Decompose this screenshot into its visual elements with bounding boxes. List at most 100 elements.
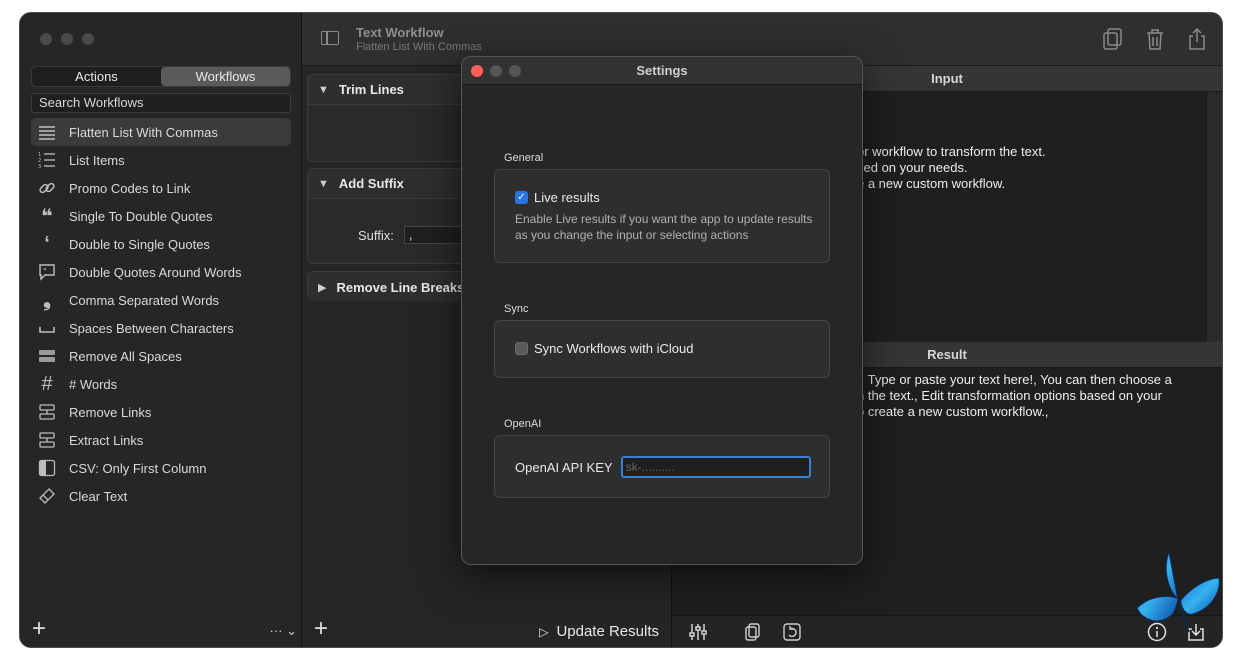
workflow-item-label: Clear Text bbox=[69, 488, 128, 504]
workflow-item[interactable]: Flatten List With Commas bbox=[31, 118, 291, 146]
workflow-list: Flatten List With Commas 123 List Items … bbox=[31, 118, 291, 510]
suffix-label: Suffix: bbox=[358, 227, 394, 243]
workflow-item-label: Double to Single Quotes bbox=[69, 236, 210, 252]
window-subtitle: Flatten List With Commas bbox=[356, 41, 482, 53]
settings-dialog: Settings General ✓ Live results Enable L… bbox=[461, 56, 863, 565]
trash-icon[interactable] bbox=[1144, 27, 1166, 51]
remove-links-icon bbox=[37, 403, 57, 421]
workflow-item-label: Single To Double Quotes bbox=[69, 208, 213, 224]
remove-spaces-icon bbox=[37, 347, 57, 365]
numbered-list-icon: 123 bbox=[37, 151, 57, 169]
workflow-item-label: Promo Codes to Link bbox=[69, 180, 191, 196]
quote-bubble-icon: " bbox=[37, 263, 57, 281]
sync-section-label: Sync bbox=[504, 303, 529, 315]
double-quote-icon: ❝ bbox=[41, 205, 53, 228]
settings-zoom-button[interactable] bbox=[509, 65, 521, 77]
eraser-icon bbox=[37, 487, 57, 505]
workflow-item[interactable]: Spaces Between Characters bbox=[31, 314, 291, 342]
add-action-button[interactable]: + bbox=[314, 615, 328, 643]
disclosure-triangle-icon[interactable]: ▼ bbox=[318, 84, 329, 96]
live-results-label: Live results bbox=[534, 190, 600, 205]
workflow-item[interactable]: ❝ Single To Double Quotes bbox=[31, 202, 291, 230]
play-icon: ▷ bbox=[539, 624, 549, 639]
settings-titlebar: Settings bbox=[462, 57, 862, 85]
api-key-label: OpenAI API KEY bbox=[515, 459, 613, 475]
action-title: Remove Line Breaks bbox=[336, 279, 465, 295]
link-icon bbox=[37, 179, 57, 197]
workflow-item[interactable]: Remove All Spaces bbox=[31, 342, 291, 370]
workflow-item[interactable]: Promo Codes to Link bbox=[31, 174, 291, 202]
zoom-window-button[interactable] bbox=[82, 33, 94, 45]
workflow-item[interactable]: CSV: Only First Column bbox=[31, 454, 291, 482]
live-results-checkbox[interactable]: ✓ bbox=[515, 191, 528, 204]
live-results-row[interactable]: ✓ Live results bbox=[515, 190, 829, 205]
workflow-item-label: Double Quotes Around Words bbox=[69, 264, 242, 280]
general-group: ✓ Live results Enable Live results if yo… bbox=[494, 169, 830, 263]
more-options-button[interactable]: ··· ⌄ bbox=[270, 623, 298, 639]
workflow-item-label: # Words bbox=[69, 376, 118, 392]
column-icon bbox=[37, 459, 57, 477]
update-results-label: Update Results bbox=[556, 623, 659, 640]
sync-group: Sync Workflows with iCloud bbox=[494, 320, 830, 378]
settings-minimize-button[interactable] bbox=[490, 65, 502, 77]
tab-workflows[interactable]: Workflows bbox=[161, 67, 290, 86]
openai-group: OpenAI API KEY sk-.......... bbox=[494, 435, 830, 498]
hash-icon: # bbox=[41, 372, 53, 395]
svg-text:3: 3 bbox=[38, 164, 41, 169]
sidebar: Actions Workflows Search Workflows Flatt… bbox=[20, 13, 302, 647]
settings-close-button[interactable] bbox=[471, 65, 483, 77]
duplicate-icon[interactable] bbox=[1102, 27, 1124, 51]
action-title: Trim Lines bbox=[338, 82, 404, 97]
disclosure-triangle-icon[interactable]: ▼ bbox=[318, 178, 329, 190]
workflow-item[interactable]: 123 List Items bbox=[31, 146, 291, 174]
tab-actions[interactable]: Actions bbox=[32, 67, 161, 86]
input-scrollbar[interactable] bbox=[1206, 92, 1222, 342]
workflow-item[interactable]: Clear Text bbox=[31, 482, 291, 510]
workflow-item[interactable]: # # Words bbox=[31, 370, 291, 398]
svg-text:": " bbox=[43, 267, 47, 276]
search-workflows-input[interactable]: Search Workflows bbox=[31, 93, 291, 113]
disclosure-triangle-icon[interactable]: ▶ bbox=[318, 281, 326, 294]
window-controls bbox=[40, 33, 94, 45]
api-key-input[interactable]: sk-.......... bbox=[620, 456, 811, 478]
workflow-item-label: Flatten List With Commas bbox=[69, 124, 218, 140]
add-workflow-button[interactable]: + bbox=[32, 615, 46, 643]
api-key-row: OpenAI API KEY sk-.......... bbox=[515, 456, 829, 478]
minimize-window-button[interactable] bbox=[61, 33, 73, 45]
settings-window-controls bbox=[471, 65, 521, 77]
single-quote-icon: ‘ bbox=[44, 232, 50, 255]
workflow-item-label: Spaces Between Characters bbox=[69, 320, 234, 336]
workflow-item[interactable]: Remove Links bbox=[31, 398, 291, 426]
window-title: Text Workflow bbox=[356, 25, 444, 40]
replace-input-icon[interactable] bbox=[782, 622, 802, 642]
workflow-item[interactable]: ‘ Double to Single Quotes bbox=[31, 230, 291, 258]
header-toolbar bbox=[1102, 27, 1208, 51]
update-results-button[interactable]: ▷ Update Results bbox=[539, 623, 659, 640]
comma-icon: ❟ bbox=[43, 288, 51, 311]
action-title: Add Suffix bbox=[338, 176, 404, 191]
workflow-item-label: Comma Separated Words bbox=[69, 292, 220, 308]
workflow-item-label: CSV: Only First Column bbox=[69, 460, 207, 476]
settings-title: Settings bbox=[636, 63, 688, 78]
live-results-help: Enable Live results if you want the app … bbox=[515, 212, 813, 242]
sliders-icon[interactable] bbox=[688, 622, 708, 642]
space-icon bbox=[37, 319, 57, 337]
workflow-item-label: List Items bbox=[69, 152, 125, 168]
sync-icloud-row[interactable]: Sync Workflows with iCloud bbox=[515, 341, 829, 356]
workflow-item-label: Extract Links bbox=[69, 432, 144, 448]
general-section-label: General bbox=[504, 152, 544, 164]
sync-icloud-checkbox[interactable] bbox=[515, 342, 528, 355]
workflow-item[interactable]: Extract Links bbox=[31, 426, 291, 454]
workflow-item[interactable]: ❟ Comma Separated Words bbox=[31, 286, 291, 314]
copy-icon[interactable] bbox=[743, 622, 763, 642]
close-window-button[interactable] bbox=[40, 33, 52, 45]
workflow-item-label: Remove Links bbox=[69, 404, 152, 420]
workflow-item-label: Remove All Spaces bbox=[69, 348, 182, 364]
sync-icloud-label: Sync Workflows with iCloud bbox=[534, 341, 694, 356]
butterfly-icon bbox=[1133, 548, 1223, 634]
share-icon[interactable] bbox=[1186, 27, 1208, 51]
sidebar-segmented-control: Actions Workflows bbox=[31, 66, 291, 87]
list-lines-icon bbox=[37, 123, 57, 141]
sidebar-toggle-icon[interactable] bbox=[321, 31, 339, 45]
workflow-item[interactable]: " Double Quotes Around Words bbox=[31, 258, 291, 286]
